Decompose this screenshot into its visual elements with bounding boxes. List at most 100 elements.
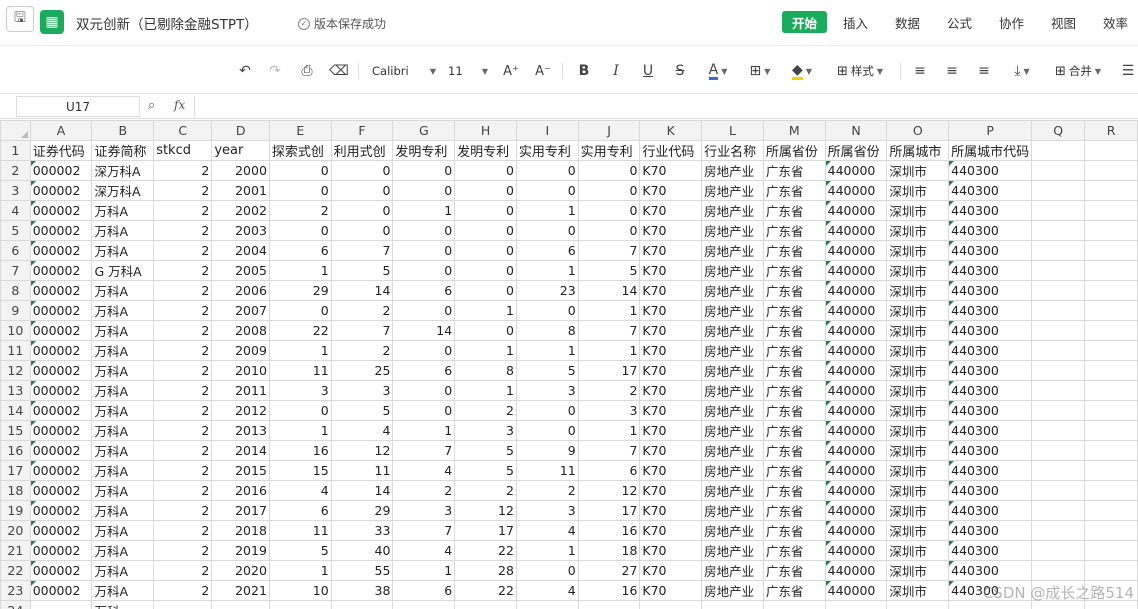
cell[interactable]: K70 — [639, 240, 703, 261]
cell[interactable]: 2 — [153, 280, 213, 301]
cell[interactable]: 1 — [515, 200, 579, 221]
spreadsheet-grid[interactable]: ABCDEFGHIJKLMNOPQR 1 证券代码 证券简称 stkcd year 探索式… — [0, 120, 1138, 609]
cell[interactable]: 广东省 — [762, 440, 826, 461]
cell[interactable]: 房地产业 — [701, 460, 764, 481]
cell[interactable]: 广东省 — [762, 280, 826, 301]
cell[interactable]: 4 — [392, 540, 456, 561]
cell[interactable]: 深圳市 — [886, 160, 950, 181]
cell[interactable]: 1 — [454, 300, 517, 321]
cell[interactable] — [1031, 300, 1086, 321]
cell[interactable]: 万科A — [91, 220, 155, 241]
cell[interactable]: 0 — [392, 160, 456, 181]
cell[interactable]: 440300 — [948, 540, 1033, 561]
cell[interactable]: 0 — [454, 200, 517, 221]
cell[interactable]: 1 — [392, 560, 456, 581]
strikethrough-icon[interactable]: S — [672, 61, 688, 81]
column-header-o[interactable]: O — [886, 120, 950, 141]
cell[interactable]: 房地产业 — [701, 280, 764, 301]
cell[interactable]: 广东省 — [762, 180, 826, 201]
cell[interactable] — [1031, 560, 1086, 581]
save-icon[interactable]: 🖫 — [6, 6, 34, 32]
cell[interactable]: K70 — [639, 580, 703, 601]
cell[interactable]: 2003 — [211, 220, 270, 241]
cell[interactable]: 深圳市 — [886, 580, 950, 601]
cell[interactable]: 2 — [454, 480, 517, 501]
cell[interactable]: 440300 — [948, 560, 1033, 581]
cell[interactable]: 11 — [515, 460, 579, 481]
header-cell[interactable]: 发明专利 — [392, 140, 456, 161]
cell[interactable]: 广东省 — [762, 480, 826, 501]
cell[interactable]: 广东省 — [762, 200, 826, 221]
cell[interactable] — [577, 600, 641, 609]
cell[interactable]: 2 — [153, 480, 213, 501]
cell[interactable]: 7 — [392, 520, 456, 541]
cell[interactable]: 深圳市 — [886, 560, 950, 581]
row-header[interactable]: 6 — [0, 240, 31, 261]
cell[interactable] — [1031, 380, 1086, 401]
cell[interactable] — [1031, 340, 1086, 361]
cell[interactable]: 440300 — [948, 420, 1033, 441]
column-header-k[interactable]: K — [639, 120, 703, 141]
cell[interactable]: 广东省 — [762, 500, 826, 521]
cell[interactable]: 万科 — [91, 600, 155, 609]
cell[interactable]: 广东省 — [762, 560, 826, 581]
cell[interactable] — [153, 600, 213, 609]
cell[interactable]: 000002 — [29, 460, 93, 481]
row-header[interactable]: 10 — [0, 320, 31, 341]
cell[interactable]: 7 — [330, 240, 394, 261]
cell[interactable]: 房地产业 — [701, 220, 764, 241]
cell[interactable]: 1 — [577, 340, 641, 361]
cell[interactable]: 3 — [454, 420, 517, 441]
cell[interactable]: 1 — [454, 380, 517, 401]
cell[interactable] — [1084, 180, 1138, 201]
cell[interactable]: 房地产业 — [701, 540, 764, 561]
row-header[interactable]: 9 — [0, 300, 31, 321]
row-header[interactable]: 21 — [0, 540, 31, 561]
cell[interactable]: 房地产业 — [701, 340, 764, 361]
formula-input[interactable] — [194, 96, 1138, 117]
cell[interactable]: 7 — [330, 320, 394, 341]
increase-font-icon[interactable]: A⁺ — [502, 61, 520, 81]
cell[interactable]: 0 — [268, 400, 332, 421]
cell[interactable]: 深圳市 — [886, 240, 950, 261]
cell[interactable]: 房地产业 — [701, 500, 764, 521]
cell[interactable]: 广东省 — [762, 220, 826, 241]
font-color-button[interactable]: A ▼ — [702, 61, 734, 81]
cell[interactable]: 0 — [392, 240, 456, 261]
cell[interactable]: 000002 — [29, 200, 93, 221]
cell[interactable]: 0 — [577, 180, 641, 201]
cell[interactable]: 2 — [153, 520, 213, 541]
cell[interactable]: K70 — [639, 180, 703, 201]
cell[interactable] — [1031, 440, 1086, 461]
cell-name-box[interactable]: U17 — [16, 96, 140, 117]
header-cell[interactable]: stkcd — [153, 140, 213, 161]
cell[interactable] — [1084, 440, 1138, 461]
cell[interactable]: 0 — [515, 420, 579, 441]
cell[interactable]: 万科A — [91, 360, 155, 381]
cell[interactable] — [1031, 180, 1086, 201]
cell[interactable] — [330, 600, 394, 609]
cell[interactable]: 2015 — [211, 460, 270, 481]
align-left-icon[interactable]: ≡ — [912, 61, 928, 81]
cell[interactable]: 440300 — [948, 520, 1033, 541]
cell[interactable]: 29 — [268, 280, 332, 301]
menu-insert[interactable]: 插入 — [843, 11, 868, 33]
cell[interactable]: 440000 — [824, 220, 888, 241]
cell[interactable]: 2 — [454, 400, 517, 421]
cell[interactable]: 6 — [515, 240, 579, 261]
cell[interactable]: 2 — [268, 200, 332, 221]
cell[interactable]: 0 — [454, 280, 517, 301]
header-cell[interactable]: 证券简称 — [91, 140, 155, 161]
cell[interactable]: 440000 — [824, 500, 888, 521]
cell[interactable]: 3 — [392, 500, 456, 521]
cell[interactable] — [824, 600, 888, 609]
cell[interactable]: 0 — [454, 260, 517, 281]
cell[interactable]: 40 — [330, 540, 394, 561]
row-header[interactable]: 22 — [0, 560, 31, 581]
cell[interactable]: 1 — [515, 260, 579, 281]
cell[interactable]: 440000 — [824, 580, 888, 601]
cell[interactable]: 房地产业 — [701, 520, 764, 541]
header-cell[interactable]: 所属城市 — [886, 140, 950, 161]
cell[interactable]: 17 — [577, 360, 641, 381]
column-header-d[interactable]: D — [211, 120, 270, 141]
